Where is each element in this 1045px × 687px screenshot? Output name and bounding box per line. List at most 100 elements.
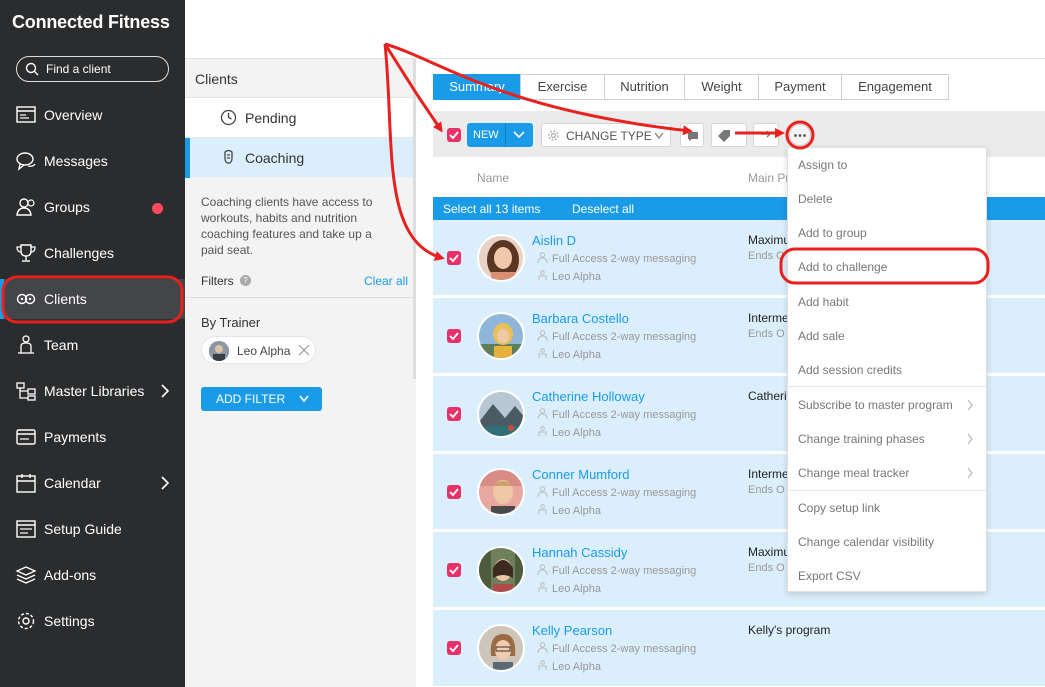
sidebar-item-add-ons[interactable]: Add-ons xyxy=(0,555,185,595)
menu-item-label: Subscribe to master program xyxy=(798,398,953,412)
menu-item-add-to-challenge[interactable]: Add to challenge xyxy=(788,250,986,284)
trainer-filter-chip[interactable]: Leo Alpha xyxy=(201,336,316,364)
trainer-label: Leo Alpha xyxy=(537,504,601,517)
trainer-label: Leo Alpha xyxy=(537,426,601,439)
row-checkbox[interactable] xyxy=(447,485,461,499)
sidebar-item-label: Clients xyxy=(44,291,87,307)
more-options-menu: Assign to Delete Add to group Add to cha… xyxy=(787,147,987,592)
message-button[interactable] xyxy=(680,123,704,147)
chevron-down-icon[interactable] xyxy=(513,131,525,139)
tab-nutrition[interactable]: Nutrition xyxy=(604,74,685,100)
chevron-right-icon xyxy=(967,467,973,479)
check-icon xyxy=(449,332,459,341)
close-icon[interactable] xyxy=(298,344,310,356)
column-header-name[interactable]: Name xyxy=(477,171,509,185)
menu-item-change-training-phases[interactable]: Change training phases xyxy=(788,422,986,456)
row-checkbox[interactable] xyxy=(447,329,461,343)
check-icon xyxy=(449,410,459,419)
by-trainer-label: By Trainer xyxy=(201,315,261,330)
divider xyxy=(185,297,416,298)
avatar xyxy=(477,624,525,672)
search-icon xyxy=(25,62,39,76)
sidebar-item-messages[interactable]: Messages xyxy=(0,141,185,181)
trainer-label: Leo Alpha xyxy=(537,660,601,673)
column-header-program[interactable]: Main Pr xyxy=(748,171,789,185)
trophy-icon xyxy=(16,244,36,262)
select-all-link[interactable]: Select all 13 items xyxy=(443,202,540,216)
sidebar-item-overview[interactable]: Overview xyxy=(0,95,185,135)
row-checkbox[interactable] xyxy=(447,251,461,265)
sidebar-item-team[interactable]: Team xyxy=(0,325,185,365)
more-options-button[interactable] xyxy=(789,124,811,146)
table-row[interactable]: Kelly Pearson Full Access 2-way messagin… xyxy=(433,610,1045,687)
menu-item-add-habit[interactable]: Add habit xyxy=(788,285,986,319)
clear-all-link[interactable]: Clear all xyxy=(364,274,408,288)
tab-exercise[interactable]: Exercise xyxy=(520,74,605,100)
row-checkbox[interactable] xyxy=(447,563,461,577)
assign-button[interactable] xyxy=(753,123,779,147)
sidebar-item-calendar[interactable]: Calendar xyxy=(0,463,185,503)
menu-item-subscribe-master-program[interactable]: Subscribe to master program xyxy=(788,388,986,422)
sidebar-item-setup-guide[interactable]: Setup Guide xyxy=(0,509,185,549)
menu-item-change-meal-tracker[interactable]: Change meal tracker xyxy=(788,456,986,490)
sidebar-item-payments[interactable]: Payments xyxy=(0,417,185,457)
tab-summary[interactable]: Summary xyxy=(433,74,521,100)
client-name[interactable]: Kelly Pearson xyxy=(532,623,612,638)
change-type-button[interactable]: CHANGE TYPE xyxy=(541,123,671,147)
help-icon[interactable]: ? xyxy=(240,275,251,286)
menu-item-label: Add to challenge xyxy=(798,260,888,274)
client-name[interactable]: Barbara Costello xyxy=(532,311,629,326)
sidebar-item-label: Calendar xyxy=(44,475,101,491)
sidebar-item-challenges[interactable]: Challenges xyxy=(0,233,185,273)
chat-bubble-icon xyxy=(688,132,698,141)
client-name[interactable]: Catherine Holloway xyxy=(532,389,645,404)
tag-button[interactable] xyxy=(711,123,747,147)
client-status-panel: Clients Pending Coaching Coaching client… xyxy=(185,59,416,687)
calendar-icon xyxy=(16,474,36,493)
avatar xyxy=(477,390,525,438)
sidebar-item-label: Payments xyxy=(44,429,107,445)
tab-engagement[interactable]: Engagement xyxy=(841,74,949,100)
menu-item-export-csv[interactable]: Export CSV xyxy=(788,559,986,593)
row-checkbox[interactable] xyxy=(447,641,461,655)
select-all-checkbox[interactable] xyxy=(447,128,461,142)
menu-item-change-calendar-visibility[interactable]: Change calendar visibility xyxy=(788,525,986,559)
menu-item-copy-setup-link[interactable]: Copy setup link xyxy=(788,491,986,525)
sidebar-item-groups[interactable]: Groups xyxy=(0,187,185,227)
status-label: Coaching xyxy=(245,150,305,166)
menu-item-delete[interactable]: Delete xyxy=(788,182,986,216)
add-filter-button[interactable]: ADD FILTER xyxy=(201,387,322,411)
sidebar-item-master-libraries[interactable]: Master Libraries xyxy=(0,371,185,411)
messages-icon xyxy=(16,152,36,171)
client-name[interactable]: Aislin D xyxy=(532,233,576,248)
sidebar-item-label: Overview xyxy=(44,107,103,123)
access-label: Full Access 2-way messaging xyxy=(537,486,696,499)
menu-item-label: Delete xyxy=(798,192,833,206)
tab-payment[interactable]: Payment xyxy=(758,74,842,100)
client-name[interactable]: Hannah Cassidy xyxy=(532,545,627,560)
deselect-all-link[interactable]: Deselect all xyxy=(572,202,634,216)
person-icon xyxy=(537,642,548,654)
tab-weight[interactable]: Weight xyxy=(684,74,759,100)
sidebar-item-label: Team xyxy=(44,337,79,353)
menu-item-assign-to[interactable]: Assign to xyxy=(788,148,986,182)
gear-icon xyxy=(17,612,35,630)
access-label: Full Access 2-way messaging xyxy=(537,564,696,577)
sidebar-item-settings[interactable]: Settings xyxy=(0,601,185,641)
sidebar-item-clients[interactable]: Clients xyxy=(0,279,185,319)
status-pending[interactable]: Pending xyxy=(185,97,416,137)
menu-item-add-to-group[interactable]: Add to group xyxy=(788,216,986,250)
scrollbar[interactable] xyxy=(413,59,416,379)
client-name[interactable]: Conner Mumford xyxy=(532,467,630,482)
new-button[interactable]: NEW xyxy=(467,123,533,147)
menu-item-add-sale[interactable]: Add sale xyxy=(788,319,986,353)
menu-divider xyxy=(788,386,986,387)
check-icon xyxy=(449,644,459,653)
row-checkbox[interactable] xyxy=(447,407,461,421)
status-coaching[interactable]: Coaching xyxy=(185,137,416,178)
find-client-search[interactable]: Find a client xyxy=(16,56,169,82)
menu-item-label: Add session credits xyxy=(798,363,903,377)
chevron-down-icon xyxy=(654,132,664,140)
main-program: Catheri xyxy=(748,389,787,403)
menu-item-add-session-credits[interactable]: Add session credits xyxy=(788,353,986,387)
